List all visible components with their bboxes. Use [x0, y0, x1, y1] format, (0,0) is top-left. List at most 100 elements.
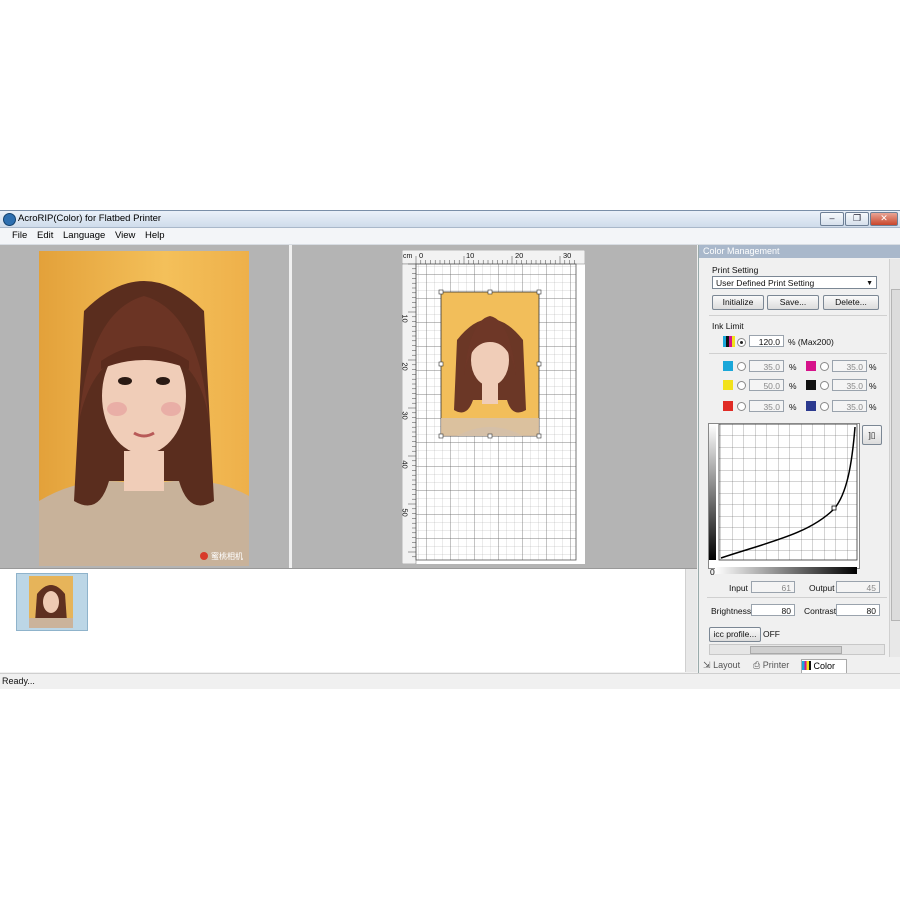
panel-vscrollbar[interactable]: [889, 259, 900, 657]
blue-field[interactable]: 35.0: [832, 400, 867, 412]
ruler-left-tick: 20: [400, 362, 410, 371]
print-setting-value: User Defined Print Setting: [716, 278, 815, 288]
print-setting-label: Print Setting: [712, 265, 759, 275]
menu-help[interactable]: Help: [145, 230, 165, 241]
menu-bar: File Edit Language View Help: [0, 228, 900, 245]
menu-view[interactable]: View: [115, 230, 135, 241]
blue-radio[interactable]: [820, 402, 829, 411]
contrast-field[interactable]: 80: [836, 604, 880, 616]
ink-limit-field[interactable]: 120.0: [749, 335, 784, 347]
ink-limit-label: Ink Limit: [712, 321, 744, 331]
ruler-left-tick: 40: [400, 460, 410, 469]
menu-language[interactable]: Language: [63, 230, 105, 241]
layout-icon: ⇲: [703, 660, 711, 670]
watermark-text: 蜜桃相机: [211, 552, 243, 561]
thumbnail-scrollbar[interactable]: [685, 569, 697, 672]
black-radio[interactable]: [820, 381, 829, 390]
output-field[interactable]: 45: [836, 581, 880, 593]
title-bar: AcroRIP(Color) for Flatbed Printer – ❐ ✕: [0, 211, 900, 228]
divider: [709, 315, 887, 316]
magenta-radio[interactable]: [820, 362, 829, 371]
black-swatch: [806, 380, 816, 390]
contrast-label: Contrast: [804, 606, 837, 616]
blue-unit: %: [869, 402, 877, 412]
save-button[interactable]: Save...: [767, 295, 819, 310]
curve-reset-button[interactable]: ]▯: [862, 425, 882, 445]
ruler-unit: cm: [403, 253, 413, 260]
icc-state: OFF: [763, 629, 780, 639]
tab-printer[interactable]: ⎙ Printer: [753, 659, 799, 672]
red-unit: %: [789, 402, 797, 412]
status-text: Ready...: [2, 676, 35, 686]
tab-layout-label: Layout: [713, 660, 741, 670]
status-bar: Ready...: [0, 673, 900, 689]
red-field[interactable]: 35.0: [749, 400, 784, 412]
scroll-thumb[interactable]: [891, 289, 900, 621]
tab-printer-label: Printer: [762, 660, 790, 670]
output-gradient-bar: [715, 567, 857, 574]
maximize-icon[interactable]: ❐: [845, 212, 869, 226]
print-setting-select[interactable]: User Defined Print Setting ▼: [712, 276, 877, 289]
curve-bracket-icon: ]▯: [868, 430, 876, 440]
magenta-swatch: [806, 361, 816, 371]
ruler-grid: [401, 249, 586, 565]
print-bed[interactable]: cm 0 10 20 30 10 20 30 40 50: [400, 249, 586, 565]
yellow-radio[interactable]: [737, 381, 746, 390]
portrait-image: [39, 251, 249, 566]
panel-tabs: ⇲ Layout ⎙ Printer Color: [699, 659, 899, 673]
blue-swatch: [806, 401, 816, 411]
ruler-top-tick: 0: [419, 251, 424, 260]
thumbnail-item[interactable]: [16, 573, 88, 631]
curve-zero-label: 0: [710, 567, 715, 577]
ink-limit-max: % (Max200): [788, 337, 834, 347]
delete-button[interactable]: Delete...: [823, 295, 879, 310]
tab-layout[interactable]: ⇲ Layout: [703, 659, 749, 672]
cmyk-icon: [723, 336, 735, 347]
input-label: Input: [729, 583, 748, 593]
initialize-button[interactable]: Initialize: [712, 295, 764, 310]
app-window: AcroRIP(Color) for Flatbed Printer – ❐ ✕…: [0, 210, 900, 689]
menu-edit[interactable]: Edit: [37, 230, 53, 241]
ruler-left-tick: 30: [400, 411, 410, 420]
cyan-radio[interactable]: [737, 362, 746, 371]
yellow-swatch: [723, 380, 733, 390]
preview-pane: 蜜桃相机: [0, 245, 289, 568]
thumbnail-image: [29, 576, 73, 628]
red-swatch: [723, 401, 733, 411]
tab-color[interactable]: Color: [801, 659, 847, 673]
cyan-field[interactable]: 35.0: [749, 360, 784, 372]
output-label: Output: [809, 583, 835, 593]
ruler-top-tick: 10: [466, 251, 475, 260]
preview-photo[interactable]: 蜜桃相机: [39, 251, 249, 566]
printer-icon: ⎙: [753, 660, 761, 670]
thumbnail-strip: [0, 568, 697, 672]
ink-limit-radio[interactable]: [737, 338, 746, 347]
icc-profile-button[interactable]: icc profile...: [709, 627, 761, 642]
color-management-panel: Color Management Print Setting User Defi…: [698, 245, 900, 673]
menu-file[interactable]: File: [12, 230, 27, 241]
ruler-top-tick: 20: [515, 251, 524, 260]
scroll-thumb[interactable]: [750, 646, 842, 654]
yellow-unit: %: [789, 381, 797, 391]
tone-curve: [709, 423, 858, 561]
ruler-left-tick: 10: [400, 314, 410, 323]
magenta-unit: %: [869, 362, 877, 372]
divider: [709, 353, 887, 354]
divider: [707, 597, 887, 598]
color-icon: [802, 661, 811, 670]
red-radio[interactable]: [737, 402, 746, 411]
layout-pane: cm 0 10 20 30 10 20 30 40 50: [292, 245, 697, 568]
panel-hscrollbar[interactable]: [709, 644, 885, 655]
tone-curve-editor[interactable]: [708, 423, 860, 569]
tab-color-label: Color: [813, 661, 836, 671]
brightness-field[interactable]: 80: [751, 604, 795, 616]
brightness-label: Brightness: [711, 606, 752, 616]
magenta-field[interactable]: 35.0: [832, 360, 867, 372]
black-field[interactable]: 35.0: [832, 379, 867, 391]
minimize-icon[interactable]: –: [820, 212, 844, 226]
input-field[interactable]: 61: [751, 581, 795, 593]
window-title: AcroRIP(Color) for Flatbed Printer: [18, 213, 162, 224]
close-icon[interactable]: ✕: [870, 212, 898, 226]
yellow-field[interactable]: 50.0: [749, 379, 784, 391]
app-logo-icon: [3, 213, 16, 226]
